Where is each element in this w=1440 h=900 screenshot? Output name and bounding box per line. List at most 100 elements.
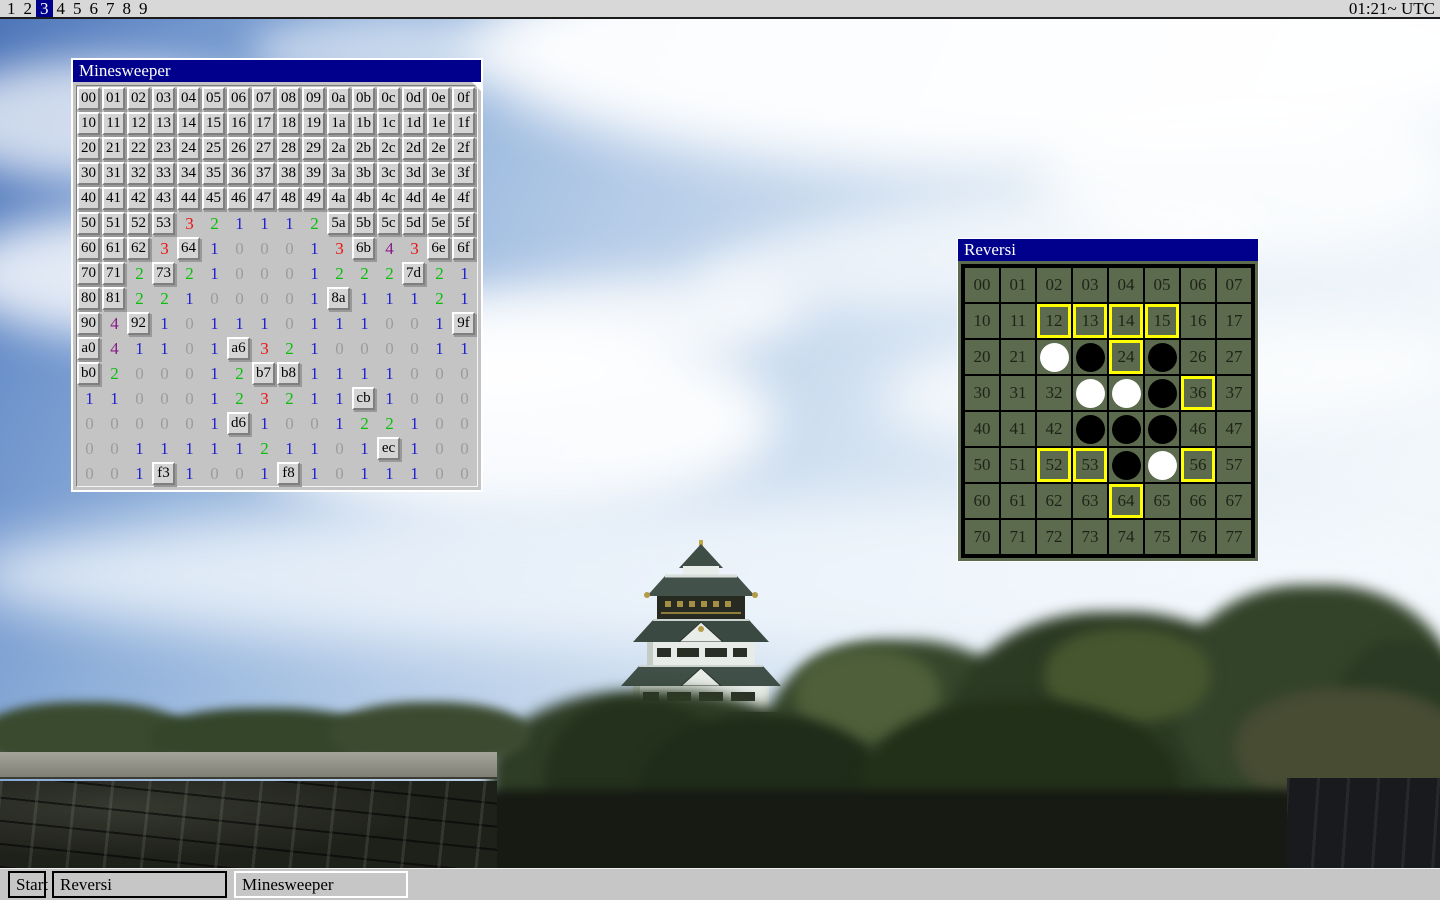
mine-cell-button-49[interactable]: 49 [302, 187, 325, 210]
mine-cell-button-b8[interactable]: b8 [277, 362, 300, 385]
reversi-cell-52[interactable]: 52 [1036, 447, 1072, 483]
reversi-cell-12[interactable]: 12 [1036, 303, 1072, 339]
mine-cell-button-33[interactable]: 33 [152, 162, 175, 185]
reversi-cell-20[interactable]: 20 [964, 339, 1000, 375]
reversi-cell-71[interactable]: 71 [1000, 519, 1036, 555]
mine-cell-button-40[interactable]: 40 [77, 187, 100, 210]
mine-cell-button-b0[interactable]: b0 [77, 362, 100, 385]
workspace-9[interactable]: 9 [135, 0, 152, 17]
workspace-2[interactable]: 2 [20, 0, 37, 17]
mine-cell-button-28[interactable]: 28 [277, 137, 300, 160]
mine-cell-button-4e[interactable]: 4e [427, 187, 450, 210]
mine-cell-button-1f[interactable]: 1f [452, 112, 475, 135]
mine-cell-button-06[interactable]: 06 [227, 87, 250, 110]
mine-cell-button-14[interactable]: 14 [177, 112, 200, 135]
mine-cell-button-03[interactable]: 03 [152, 87, 175, 110]
reversi-cell-25[interactable] [1144, 339, 1180, 375]
mine-cell-button-cb[interactable]: cb [352, 387, 375, 410]
mine-cell-button-18[interactable]: 18 [277, 112, 300, 135]
mine-cell-button-7d[interactable]: 7d [402, 262, 425, 285]
mine-cell-button-b7[interactable]: b7 [252, 362, 275, 385]
mine-cell-button-0d[interactable]: 0d [402, 87, 425, 110]
mine-cell-button-73[interactable]: 73 [152, 262, 175, 285]
mine-cell-button-3b[interactable]: 3b [352, 162, 375, 185]
reversi-cell-01[interactable]: 01 [1000, 267, 1036, 303]
reversi-cell-14[interactable]: 14 [1108, 303, 1144, 339]
mine-cell-button-5e[interactable]: 5e [427, 212, 450, 235]
mine-cell-button-61[interactable]: 61 [102, 237, 125, 260]
reversi-cell-76[interactable]: 76 [1180, 519, 1216, 555]
mine-cell-button-f8[interactable]: f8 [277, 462, 300, 485]
mine-cell-button-6f[interactable]: 6f [452, 237, 475, 260]
reversi-cell-47[interactable]: 47 [1216, 411, 1252, 447]
mine-cell-button-3e[interactable]: 3e [427, 162, 450, 185]
mine-cell-button-46[interactable]: 46 [227, 187, 250, 210]
mine-cell-button-2b[interactable]: 2b [352, 137, 375, 160]
reversi-cell-21[interactable]: 21 [1000, 339, 1036, 375]
mine-cell-button-26[interactable]: 26 [227, 137, 250, 160]
mine-cell-button-39[interactable]: 39 [302, 162, 325, 185]
mine-cell-button-02[interactable]: 02 [127, 87, 150, 110]
mine-cell-button-07[interactable]: 07 [252, 87, 275, 110]
mine-cell-button-25[interactable]: 25 [202, 137, 225, 160]
mine-cell-button-ec[interactable]: ec [377, 437, 400, 460]
reversi-cell-04[interactable]: 04 [1108, 267, 1144, 303]
mine-cell-button-16[interactable]: 16 [227, 112, 250, 135]
reversi-cell-73[interactable]: 73 [1072, 519, 1108, 555]
mine-cell-button-52[interactable]: 52 [127, 212, 150, 235]
reversi-cell-35[interactable] [1144, 375, 1180, 411]
mine-cell-button-11[interactable]: 11 [102, 112, 125, 135]
task-button-minesweeper[interactable]: Minesweeper [234, 871, 408, 898]
mine-cell-button-1e[interactable]: 1e [427, 112, 450, 135]
mine-cell-button-1b[interactable]: 1b [352, 112, 375, 135]
reversi-cell-66[interactable]: 66 [1180, 483, 1216, 519]
mine-cell-button-00[interactable]: 00 [77, 87, 100, 110]
mine-cell-button-27[interactable]: 27 [252, 137, 275, 160]
mine-cell-button-3d[interactable]: 3d [402, 162, 425, 185]
workspace-8[interactable]: 8 [119, 0, 136, 17]
mine-cell-button-24[interactable]: 24 [177, 137, 200, 160]
mine-cell-button-5b[interactable]: 5b [352, 212, 375, 235]
reversi-cell-40[interactable]: 40 [964, 411, 1000, 447]
mine-cell-button-62[interactable]: 62 [127, 237, 150, 260]
reversi-cell-13[interactable]: 13 [1072, 303, 1108, 339]
mine-cell-button-36[interactable]: 36 [227, 162, 250, 185]
mine-cell-button-01[interactable]: 01 [102, 87, 125, 110]
mine-cell-button-04[interactable]: 04 [177, 87, 200, 110]
reversi-cell-06[interactable]: 06 [1180, 267, 1216, 303]
reversi-cell-43[interactable] [1072, 411, 1108, 447]
mine-cell-button-47[interactable]: 47 [252, 187, 275, 210]
mine-cell-button-17[interactable]: 17 [252, 112, 275, 135]
workspace-5[interactable]: 5 [69, 0, 86, 17]
workspace-3[interactable]: 3 [36, 0, 53, 17]
mine-cell-button-08[interactable]: 08 [277, 87, 300, 110]
reversi-cell-70[interactable]: 70 [964, 519, 1000, 555]
mine-cell-button-3c[interactable]: 3c [377, 162, 400, 185]
reversi-cell-22[interactable] [1036, 339, 1072, 375]
mine-cell-button-19[interactable]: 19 [302, 112, 325, 135]
reversi-cell-55[interactable] [1144, 447, 1180, 483]
reversi-cell-42[interactable]: 42 [1036, 411, 1072, 447]
reversi-cell-61[interactable]: 61 [1000, 483, 1036, 519]
mine-cell-button-1a[interactable]: 1a [327, 112, 350, 135]
mine-cell-button-f3[interactable]: f3 [152, 462, 175, 485]
mine-cell-button-51[interactable]: 51 [102, 212, 125, 235]
reversi-cell-30[interactable]: 30 [964, 375, 1000, 411]
mine-cell-button-0e[interactable]: 0e [427, 87, 450, 110]
resize-handle[interactable] [472, 82, 483, 93]
mine-cell-button-21[interactable]: 21 [102, 137, 125, 160]
reversi-cell-32[interactable]: 32 [1036, 375, 1072, 411]
mine-cell-button-41[interactable]: 41 [102, 187, 125, 210]
mine-cell-button-50[interactable]: 50 [77, 212, 100, 235]
mine-cell-button-10[interactable]: 10 [77, 112, 100, 135]
mine-cell-button-a6[interactable]: a6 [227, 337, 250, 360]
reversi-cell-36[interactable]: 36 [1180, 375, 1216, 411]
workspace-6[interactable]: 6 [86, 0, 103, 17]
mine-cell-button-3f[interactable]: 3f [452, 162, 475, 185]
reversi-cell-34[interactable] [1108, 375, 1144, 411]
mine-cell-button-6b[interactable]: 6b [352, 237, 375, 260]
mine-cell-button-35[interactable]: 35 [202, 162, 225, 185]
mine-cell-button-15[interactable]: 15 [202, 112, 225, 135]
mine-cell-button-6e[interactable]: 6e [427, 237, 450, 260]
mine-cell-button-81[interactable]: 81 [102, 287, 125, 310]
